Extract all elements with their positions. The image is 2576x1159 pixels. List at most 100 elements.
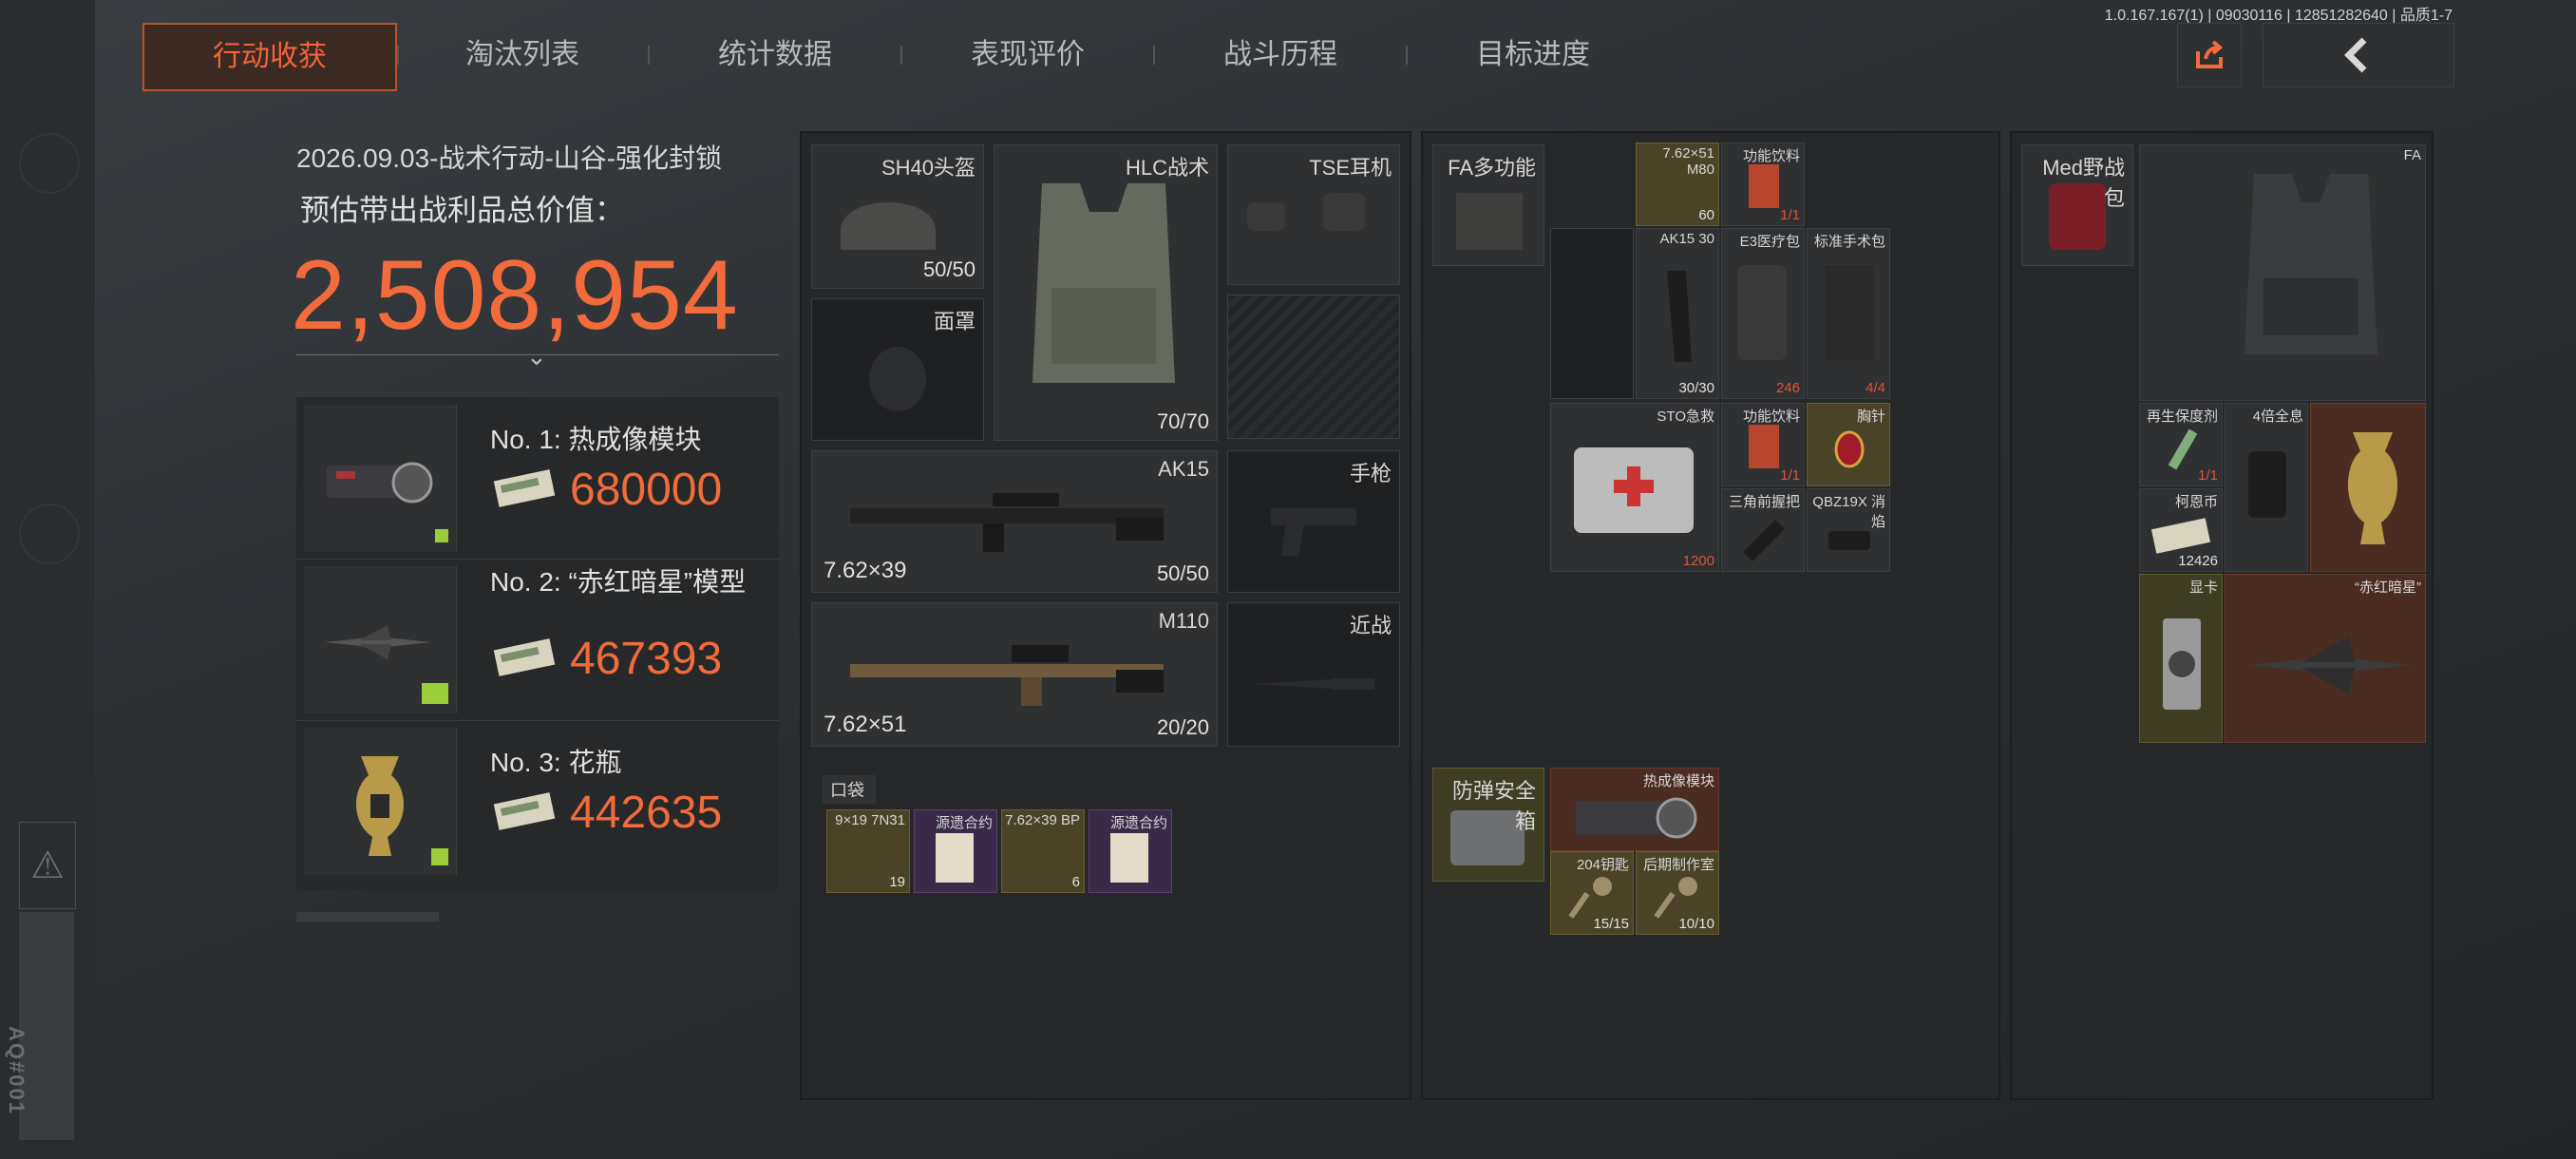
item-label: 9×19 7N31	[835, 812, 905, 828]
item-label: 7.62×51 M80	[1662, 145, 1714, 178]
item-name: No. 1: 热成像模块	[490, 425, 702, 454]
item-count: 19	[889, 874, 905, 890]
item-thumbnail	[304, 566, 457, 713]
mask-slot[interactable]: 面罩	[811, 298, 984, 441]
helmet-icon	[841, 202, 936, 250]
vase-icon	[2347, 432, 2398, 544]
rig-item[interactable]: QBZ19X 消焰	[1807, 488, 1890, 572]
pocket-slot[interactable]: 源遗合约	[1089, 809, 1172, 893]
pocket-slot[interactable]: 7.62×39 BP 6	[1001, 809, 1085, 893]
rig-item[interactable]: 胸针	[1807, 403, 1890, 486]
backpack-item[interactable]: “赤红暗星”	[2225, 574, 2426, 743]
item-label: 标准手术包	[1813, 234, 1885, 250]
item-count: 30/30	[1678, 380, 1714, 396]
backpack-item[interactable]: 显卡	[2139, 574, 2223, 743]
tab-goal-progress[interactable]: 目标进度	[1429, 23, 1638, 87]
weapon-caliber: 7.62×39	[824, 558, 907, 583]
list-item[interactable]: No. 3: 花瓶 442635	[296, 720, 779, 882]
rig-item[interactable]: 三角前握把	[1721, 488, 1805, 572]
item-thumbnail	[304, 728, 457, 875]
item-value: 467393	[570, 634, 723, 684]
item-value: 680000	[570, 465, 723, 515]
item-count: 15/15	[1593, 916, 1629, 932]
share-button[interactable]	[2177, 23, 2242, 87]
tab-divider	[648, 46, 650, 65]
brooch-icon	[1834, 430, 1865, 468]
rig-item[interactable]: 功能饮料 1/1	[1721, 403, 1805, 486]
slot-label: 近战	[1349, 614, 1392, 637]
globe-icon	[19, 133, 80, 194]
armor-vest-icon	[1032, 183, 1175, 383]
helmet-slot[interactable]: SH40头盔 50/50	[811, 144, 984, 289]
chevron-left-icon	[2344, 37, 2367, 73]
safe-item[interactable]: 后期制作室 10/10	[1636, 851, 1719, 935]
item-label: STO急救	[1657, 408, 1714, 425]
contract-icon	[1110, 833, 1148, 883]
backpack-item[interactable]: 再生保度剂 1/1	[2139, 403, 2223, 486]
slot-label: HLC战术	[1125, 156, 1209, 180]
rig-slot[interactable]: FA多功能	[1432, 144, 1544, 266]
tab-evaluation[interactable]: 表现评价	[923, 23, 1132, 87]
safe-item[interactable]: 热成像模块	[1550, 768, 1719, 851]
item-label: 源遗合约	[1109, 815, 1167, 831]
pocket-slot[interactable]: 9×19 7N31 19	[826, 809, 910, 893]
item-count: 1/1	[1780, 207, 1800, 223]
backpack-item[interactable]: 4倍全息	[2225, 403, 2308, 572]
crosshair-icon	[19, 504, 80, 564]
rig-item[interactable]: 标准手术包 4/4	[1807, 228, 1890, 399]
item-count: 6	[1071, 874, 1080, 890]
thermal-module-icon	[1576, 797, 1697, 839]
knife-icon	[1252, 678, 1374, 690]
cash-icon	[493, 792, 556, 830]
item-count: 10/10	[1678, 916, 1714, 932]
drink-icon	[1749, 425, 1779, 468]
medkit-icon	[1737, 265, 1787, 360]
tab-statistics[interactable]: 统计数据	[671, 23, 880, 87]
chevron-down-icon[interactable]: ⌄	[526, 342, 547, 371]
list-item[interactable]: No. 2: “赤红暗星”模型 467393	[296, 559, 779, 721]
backpack-item[interactable]: 柯恩币 12426	[2139, 488, 2223, 572]
backpack-vest[interactable]: FA	[2139, 144, 2426, 401]
tab-eliminations[interactable]: 淘汰列表	[418, 23, 627, 87]
rig-item[interactable]: E3医疗包 246	[1721, 228, 1805, 399]
tab-battle-history[interactable]: 战斗历程	[1176, 23, 1385, 87]
secondary-weapon-slot[interactable]: M110 7.62×51 20/20	[811, 602, 1218, 747]
safe-item[interactable]: 204钥匙 15/15	[1550, 851, 1634, 935]
warning-icon[interactable]: ⚠	[19, 822, 76, 909]
tab-divider	[397, 46, 399, 65]
tab-loot[interactable]: 行动收获	[142, 23, 397, 91]
rifle-m110-icon	[850, 645, 1164, 706]
list-item[interactable]: No. 1: 热成像模块 680000	[296, 397, 779, 560]
locked-slot	[1227, 294, 1400, 439]
earpiece-slot[interactable]: TSE耳机	[1227, 144, 1400, 285]
rig-item[interactable]: AK15 30 30/30	[1636, 228, 1719, 399]
slot-count: 70/70	[1156, 409, 1209, 433]
size-indicator	[422, 683, 448, 704]
slot-label: TSE耳机	[1309, 156, 1392, 180]
item-count: 4/4	[1866, 380, 1885, 396]
rig-item[interactable]: 功能饮料 1/1	[1721, 142, 1805, 226]
backpack-slot[interactable]: Med野战包	[2021, 144, 2133, 266]
cash-icon	[493, 638, 556, 676]
value-label: 预估带出战利品总价值：	[300, 194, 624, 227]
pistol-slot[interactable]: 手枪	[1227, 450, 1400, 593]
back-button[interactable]	[2263, 23, 2454, 87]
rig-panel: FA多功能 7.62×51 M80 60 功能饮料 1/1 AK15 30 30…	[1421, 131, 2000, 1100]
item-count: 1/1	[1780, 467, 1800, 484]
mask-icon	[869, 347, 926, 411]
primary-weapon-slot[interactable]: AK15 7.62×39 50/50	[811, 450, 1218, 593]
item-label: 显卡	[2188, 580, 2218, 596]
melee-slot[interactable]: 近战	[1227, 602, 1400, 747]
rig-item[interactable]: STO急救 1200	[1550, 403, 1719, 572]
safe-box-slot[interactable]: 防弹安全箱	[1432, 768, 1544, 882]
backpack-panel: Med野战包 FA 再生保度剂 1/1 4倍全息 柯恩币 12426 显卡 “赤…	[2010, 131, 2434, 1100]
slot-label: 面罩	[933, 310, 975, 333]
contract-icon	[936, 833, 974, 883]
vase-icon	[355, 756, 405, 856]
backpack-item[interactable]	[2310, 403, 2426, 572]
pocket-slot[interactable]: 源遗合约	[914, 809, 997, 893]
surgery-kit-icon	[1825, 265, 1874, 360]
rig-item[interactable]: 7.62×51 M80 60	[1636, 142, 1719, 226]
armor-slot[interactable]: HLC战术 70/70	[994, 144, 1218, 441]
magazine-icon	[1667, 271, 1692, 362]
